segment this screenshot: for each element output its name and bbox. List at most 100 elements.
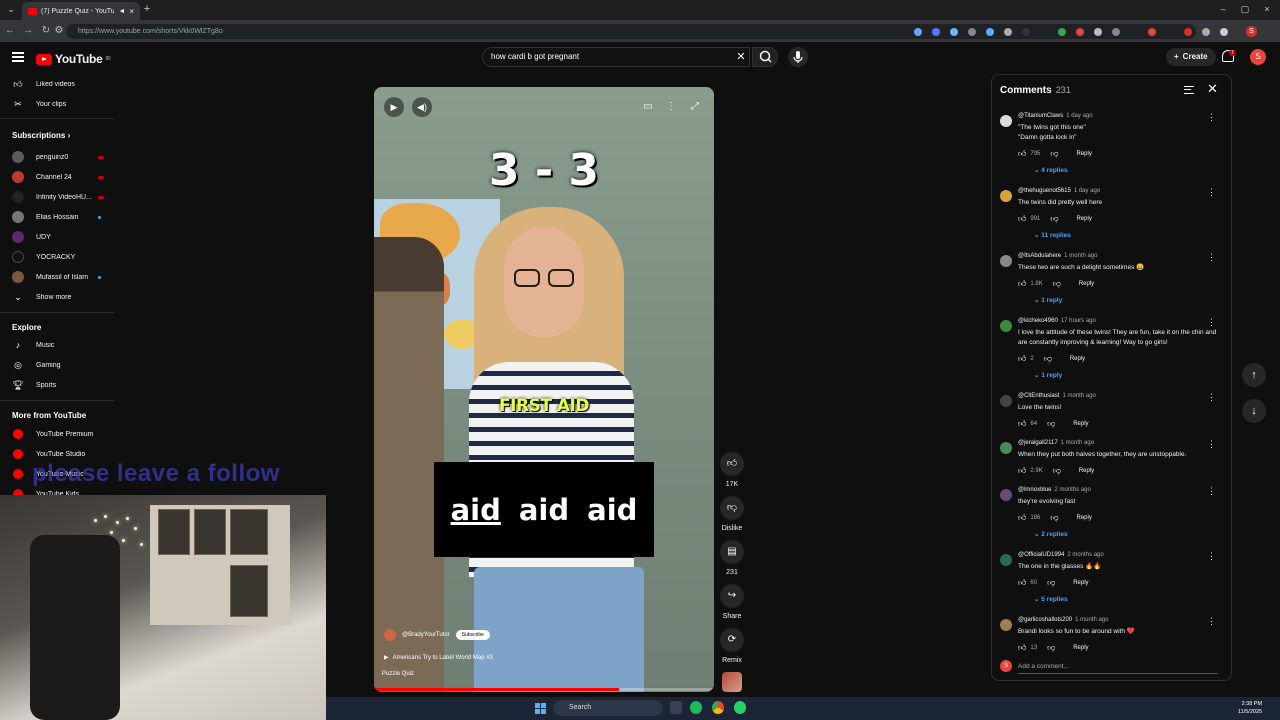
sidebar-item-subscription[interactable]: YOCRACKY [0, 247, 114, 267]
thumbs-up-icon[interactable]: 👍︎ [1018, 513, 1026, 523]
tab-close-icon[interactable]: × [129, 7, 134, 16]
extension-icon[interactable] [914, 28, 922, 36]
thumbs-down-icon[interactable]: 👎︎ [1050, 513, 1058, 523]
previous-short-button[interactable]: ↑ [1242, 363, 1266, 387]
shorts-video-player[interactable]: 3 - 3 FIRST AID aid aid aid ▶ ◀) ▭ ⋮ ⤢ @… [374, 87, 714, 692]
comment-menu-icon[interactable]: ⋮ [1207, 439, 1216, 450]
sidebar-item-your-clips[interactable]: ✂ Your clips [0, 94, 114, 114]
reply-button[interactable]: Reply [1077, 515, 1092, 521]
sidebar-item-subscription[interactable]: Channel 24 [0, 167, 114, 187]
thumbs-up-icon[interactable]: 👍︎ [1018, 419, 1026, 429]
comment-author[interactable]: @thehuguenot5615 1 day ago [1018, 188, 1100, 194]
sidebar-item-sports[interactable]: 🏆︎ Sports [0, 375, 114, 395]
share-button[interactable]: ↪ Share [720, 584, 744, 620]
extension-icon[interactable] [1112, 28, 1120, 36]
comment-author[interactable]: @CltEnthusiast 1 month ago [1018, 393, 1096, 399]
sort-comments-icon[interactable] [1184, 86, 1194, 94]
thumbs-down-icon[interactable]: 👎︎ [1050, 214, 1058, 224]
thumbs-up-icon[interactable]: 👍︎ [1018, 149, 1026, 159]
reply-button[interactable]: Reply [1073, 421, 1088, 427]
search-button[interactable] [752, 47, 778, 67]
add-comment-input[interactable]: Add a comment... [1018, 663, 1069, 670]
thumbs-down-icon[interactable]: 👎︎ [1047, 419, 1055, 429]
thumbs-up-icon[interactable]: 👍︎ [1018, 466, 1026, 476]
source-channel-name[interactable]: Puzzle Quiz [382, 671, 414, 677]
volume-icon[interactable]: ◀) [412, 97, 432, 117]
video-progress-bar[interactable] [374, 688, 714, 691]
extension-icon[interactable] [950, 28, 958, 36]
channel-handle[interactable]: @BradyYourTutor [402, 632, 450, 638]
back-icon[interactable]: ← [4, 25, 16, 37]
view-replies-button[interactable]: ⌄ 1 reply [1034, 371, 1062, 379]
thumbs-down-icon[interactable]: 👎︎ [1044, 354, 1052, 364]
extension-icon[interactable] [1022, 28, 1030, 36]
spotify-icon[interactable] [690, 701, 702, 714]
comment-avatar[interactable] [1000, 489, 1012, 501]
sidebar-item-subscription[interactable]: Elias Hossain [0, 207, 114, 227]
sidebar-item-subscription[interactable]: penguinz0 [0, 147, 114, 167]
thumbs-up-icon[interactable]: 👍︎ [1018, 578, 1026, 588]
browser-profile-avatar[interactable]: S [1246, 26, 1257, 37]
sound-thumbnail[interactable] [722, 672, 742, 692]
play-button[interactable]: ▶ [384, 97, 404, 117]
thumbs-down-icon[interactable]: 👎︎ [1047, 643, 1055, 653]
dislike-button[interactable]: 👎︎ Dislike [720, 496, 744, 532]
thumbs-up-icon[interactable]: 👍︎ [1018, 643, 1026, 653]
view-replies-button[interactable]: ⌄ 4 replies [1034, 166, 1068, 174]
voice-search-button[interactable] [788, 47, 808, 67]
extension-icon[interactable] [1148, 28, 1156, 36]
sidebar-item-subscription[interactable]: UDY [0, 227, 114, 247]
reply-button[interactable]: Reply [1070, 356, 1085, 362]
thumbs-down-icon[interactable]: 👎︎ [1050, 149, 1058, 159]
maximize-button[interactable]: ▢ [1238, 3, 1252, 15]
comment-menu-icon[interactable]: ⋮ [1207, 392, 1216, 403]
taskbar-clock[interactable]: 2:38 PM 11/5/2025 [1238, 700, 1262, 716]
comment-menu-icon[interactable]: ⋮ [1207, 616, 1216, 627]
reload-icon[interactable]: ↻ [40, 25, 52, 37]
new-tab-button[interactable]: + [141, 3, 153, 15]
reply-button[interactable]: Reply [1073, 580, 1088, 586]
subscriptions-heading[interactable]: Subscriptions › [12, 131, 70, 140]
comment-menu-icon[interactable]: ⋮ [1207, 551, 1216, 562]
sidebar-item-gaming[interactable]: ◎ Gaming [0, 355, 114, 375]
fullscreen-icon[interactable]: ⤢ [687, 99, 703, 115]
view-replies-button[interactable]: ⌄ 5 replies [1034, 595, 1068, 603]
sidebar-item-subscription[interactable]: Mufassil of Islam [0, 267, 114, 287]
search-input[interactable]: how cardi b got pregnant [482, 47, 750, 67]
comment-author[interactable]: @kicheko4960 17 hours ago [1018, 318, 1096, 324]
comment-author[interactable]: @TitaniumClaws 1 day ago [1018, 113, 1093, 119]
browser-tab[interactable]: (7) Puzzle Quiz - YouTube ◄ × [22, 2, 140, 20]
like-button[interactable]: 👍︎ 17K [720, 452, 744, 488]
remix-button[interactable]: ⟳ Remix [720, 628, 744, 664]
comment-avatar[interactable] [1000, 442, 1012, 454]
view-replies-button[interactable]: ⌄ 1 reply [1034, 296, 1062, 304]
sidebar-item-liked-videos[interactable]: 👍︎ Liked videos [0, 74, 114, 94]
thumbs-up-icon[interactable]: 👍︎ [1018, 214, 1026, 224]
extension-icon[interactable] [1058, 28, 1066, 36]
extension-icon[interactable] [1094, 28, 1102, 36]
side-panel-icon[interactable] [1220, 28, 1228, 36]
extension-icon[interactable] [968, 28, 976, 36]
tab-mute-icon[interactable]: ◄ [118, 8, 125, 15]
taskbar-search[interactable]: Search [553, 700, 663, 716]
close-comments-icon[interactable]: ✕ [1207, 81, 1218, 97]
forward-icon[interactable]: → [22, 25, 34, 37]
add-comment-row[interactable]: S Add a comment... [1000, 660, 1224, 674]
comment-avatar[interactable] [1000, 115, 1012, 127]
comment-author[interactable]: @jeralgall2117 1 month ago [1018, 440, 1094, 446]
sidebar-item-subscription[interactable]: Infinity VideoHU... [0, 187, 114, 207]
view-replies-button[interactable]: ⌄ 11 replies [1034, 231, 1071, 239]
windows-start-icon[interactable] [535, 703, 546, 714]
thumbs-down-icon[interactable]: 👎︎ [1047, 578, 1055, 588]
thumbs-up-icon[interactable]: 👍︎ [1018, 354, 1026, 364]
sidebar-show-more[interactable]: ⌄ Show more [0, 287, 114, 307]
comment-author[interactable]: @OfficialUD1994 2 months ago [1018, 552, 1104, 558]
comment-author[interactable]: @ItsAbdulahere 1 month ago [1018, 253, 1097, 259]
extension-icon[interactable] [1004, 28, 1012, 36]
reply-button[interactable]: Reply [1077, 151, 1092, 157]
tab-search-icon[interactable]: ⌄ [4, 3, 18, 15]
puzzle-extensions-icon[interactable] [1202, 28, 1210, 36]
comment-avatar[interactable] [1000, 255, 1012, 267]
whatsapp-icon[interactable] [734, 701, 746, 714]
close-window-button[interactable]: × [1260, 3, 1274, 15]
